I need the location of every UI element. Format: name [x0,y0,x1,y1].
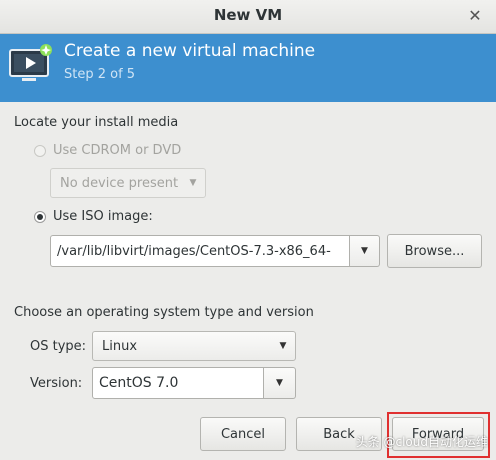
cdrom-radio-label: Use CDROM or DVD [53,143,182,158]
step-indicator: Step 2 of 5 [64,67,136,82]
chevron-down-icon: ▼ [279,341,287,351]
os-type-select[interactable]: Linux ▼ [92,331,296,361]
chevron-down-icon: ▼ [361,246,368,256]
window-title: New VM [213,6,283,24]
browse-button[interactable]: Browse... [387,234,482,268]
install-media-label: Locate your install media [14,115,179,130]
iso-path-input[interactable]: /var/lib/libvirt/images/CentOS-7.3-x86_6… [50,235,350,267]
iso-radio[interactable] [34,210,46,223]
iso-radio-option[interactable]: Use ISO image: [34,209,153,224]
os-type-value: Linux [102,338,138,354]
version-dropdown[interactable]: ▼ [264,367,296,399]
cdrom-device-value: No device present [60,175,179,191]
chevron-down-icon: ▼ [189,178,197,188]
close-icon[interactable]: ✕ [464,5,486,27]
header-banner: Create a new virtual machine Step 2 of 5 [0,34,496,102]
virtual-machine-icon [9,44,52,81]
os-section-label: Choose an operating system type and vers… [14,305,314,320]
cancel-button[interactable]: Cancel [200,417,286,451]
banner-title: Create a new virtual machine [64,41,316,61]
watermark: 头条 @cloud自动化运维 [355,435,488,449]
version-input[interactable]: CentOS 7.0 [92,367,264,399]
cdrom-device-select[interactable]: No device present ▼ [50,168,206,198]
title-bar: New VM ✕ [0,0,496,34]
iso-path-dropdown[interactable]: ▼ [350,235,380,267]
iso-radio-label: Use ISO image: [53,209,153,224]
chevron-down-icon: ▼ [276,378,283,388]
cdrom-radio-option[interactable]: Use CDROM or DVD [34,143,181,158]
os-type-label: OS type: [30,339,87,354]
cdrom-radio[interactable] [34,144,46,157]
version-label: Version: [30,376,83,391]
